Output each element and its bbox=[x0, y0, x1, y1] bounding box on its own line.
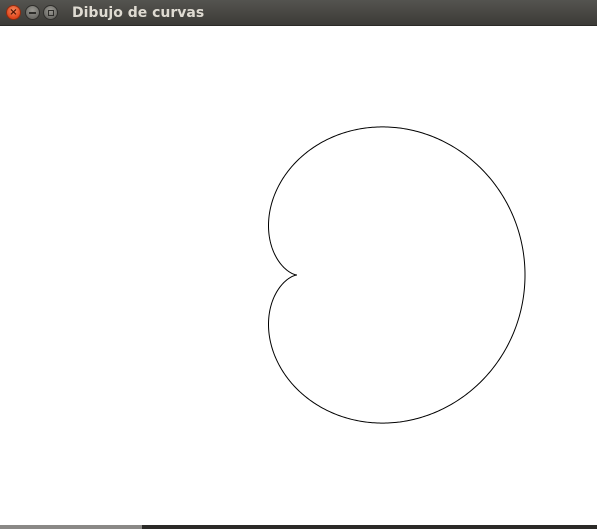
drawing-canvas bbox=[0, 26, 597, 525]
close-icon: × bbox=[9, 6, 18, 18]
cardioid-curve bbox=[267, 126, 526, 424]
close-button[interactable]: × bbox=[6, 5, 21, 20]
minimize-icon bbox=[29, 11, 36, 14]
window-title: Dibujo de curvas bbox=[72, 5, 205, 21]
curve-drawing bbox=[267, 126, 526, 424]
application-window: × Dibujo de curvas bbox=[0, 0, 597, 529]
bottom-edge bbox=[0, 525, 597, 529]
minimize-button[interactable] bbox=[25, 5, 40, 20]
bottom-edge-highlight bbox=[0, 525, 142, 529]
maximize-icon bbox=[47, 9, 54, 16]
maximize-button[interactable] bbox=[43, 5, 58, 20]
title-bar[interactable]: × Dibujo de curvas bbox=[0, 0, 597, 26]
